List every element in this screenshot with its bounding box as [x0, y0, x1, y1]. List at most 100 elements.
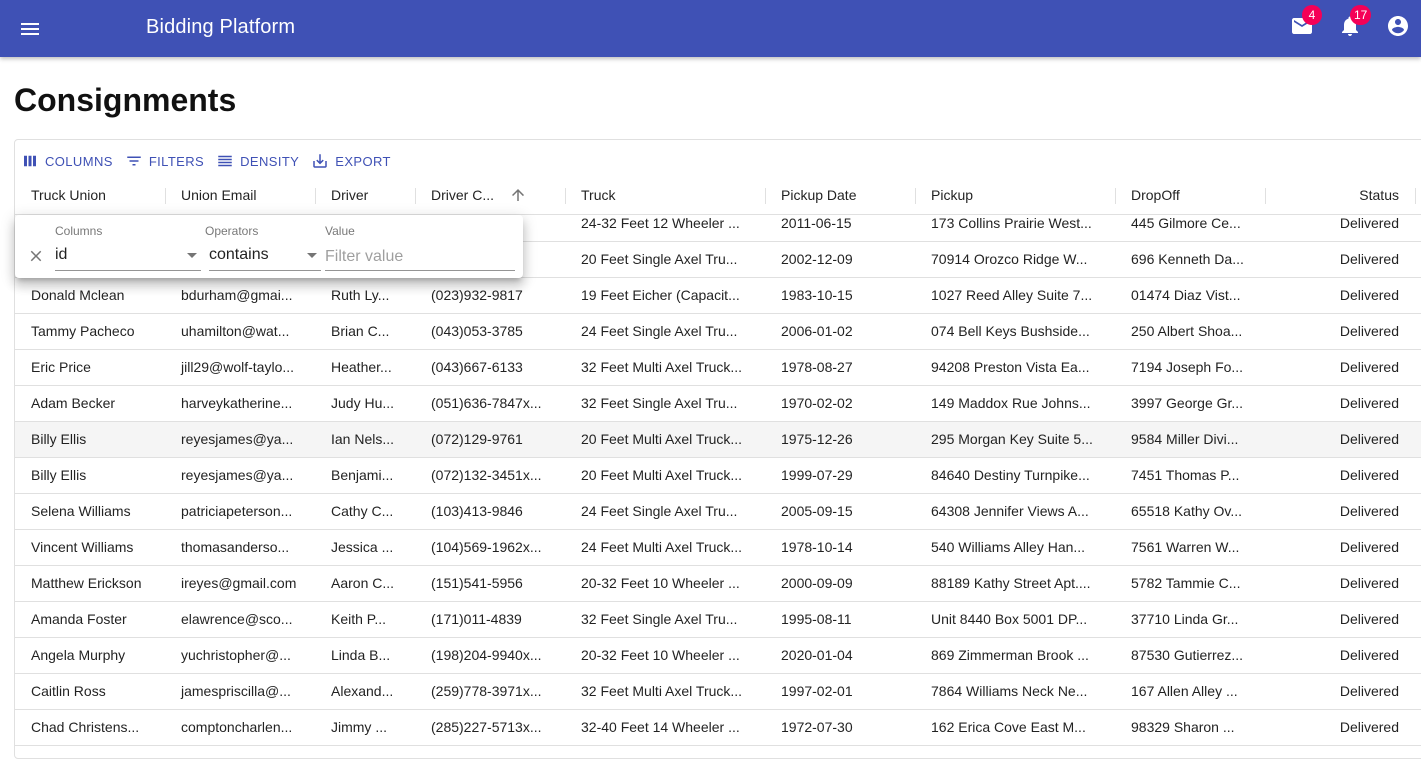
- cell-status: Delivered: [1339, 251, 1399, 267]
- table-row[interactable]: Vincent Williams thomasanderso... Jessica …: [15, 530, 1421, 566]
- filter-value-input[interactable]: [325, 243, 515, 271]
- cell-pickup-date: 1999-07-29: [781, 467, 853, 483]
- filter-value-label: Value: [325, 224, 355, 238]
- cell-dropoff: 7451 Thomas P...: [1131, 467, 1240, 483]
- close-icon[interactable]: [27, 247, 45, 265]
- cell-status: Delivered: [1339, 431, 1399, 447]
- mail-button[interactable]: 4: [1290, 5, 1322, 38]
- cell-truck: 20-32 Feet 10 Wheeler ...: [581, 575, 740, 591]
- cell-driver: Heather...: [331, 359, 392, 375]
- filter-columns-select[interactable]: id: [55, 245, 201, 271]
- cell-truck: 32-40 Feet 14 Wheeler ...: [581, 719, 740, 735]
- cell-union-email: thomasanderso...: [181, 539, 290, 555]
- filters-button-label: FILTERS: [148, 153, 205, 169]
- cell-pickup: 869 Zimmerman Brook ...: [931, 647, 1089, 663]
- table-row[interactable]: Tammy Pacheco uhamilton@wat... Brian C... (…: [15, 314, 1421, 350]
- table-row[interactable]: Donald Mclean bdurham@gmai... Ruth Ly... (0…: [15, 278, 1421, 314]
- cell-status: Delivered: [1339, 287, 1399, 303]
- filters-button[interactable]: FILTERS: [125, 152, 204, 170]
- density-button[interactable]: DENSITY: [216, 152, 299, 170]
- cell-status: Delivered: [1339, 467, 1399, 483]
- cell-status: Delivered: [1339, 395, 1399, 411]
- cell-truck-union: Eric Price: [31, 359, 91, 375]
- cell-pickup-date: 1997-02-01: [781, 683, 853, 699]
- filter-list-icon: [127, 156, 141, 166]
- cell-driver-contact: (259)778-3971x...: [431, 683, 542, 699]
- table-row[interactable]: Amanda Foster elawrence@sco... Keith P... (…: [15, 602, 1421, 638]
- cell-status: Delivered: [1339, 359, 1399, 375]
- menu-icon[interactable]: [18, 17, 42, 41]
- table-row[interactable]: Selena Williams patriciapeterson... Cathy …: [15, 494, 1421, 530]
- table-row[interactable]: Matthew Erickson ireyes@gmail.com Aaron C.…: [15, 566, 1421, 602]
- cell-status: Delivered: [1339, 575, 1399, 591]
- table-row[interactable]: Adam Becker harveykatherine... Judy Hu... (…: [15, 386, 1421, 422]
- table-row[interactable]: Caitlin Ross jamespriscilla@... Alexand...…: [15, 674, 1421, 710]
- notifications-button[interactable]: 17: [1338, 5, 1372, 38]
- cell-dropoff: 7561 Warren W...: [1131, 539, 1240, 555]
- cell-union-email: reyesjames@ya...: [181, 467, 294, 483]
- cell-truck-union: Chad Christens...: [31, 719, 140, 735]
- table-row[interactable]: Billy Ellis reyesjames@ya... Benjami... (07…: [15, 458, 1421, 494]
- filter-operators-select[interactable]: contains: [209, 245, 321, 271]
- cell-truck: 32 Feet Single Axel Tru...: [581, 611, 738, 627]
- column-separator[interactable]: [1415, 188, 1416, 204]
- cell-pickup: 1027 Reed Alley Suite 7...: [931, 287, 1093, 303]
- cell-status: Delivered: [1339, 611, 1399, 627]
- cell-truck: 24 Feet Single Axel Tru...: [581, 503, 738, 519]
- cell-driver: Ruth Ly...: [331, 287, 390, 303]
- cell-driver: Benjami...: [331, 467, 394, 483]
- cell-truck-union: Angela Murphy: [31, 647, 126, 663]
- filter-columns-label: Columns: [55, 224, 103, 238]
- cell-union-email: comptoncharlen...: [181, 719, 293, 735]
- cell-union-email: patriciapeterson...: [181, 503, 293, 519]
- cell-pickup: 173 Collins Prairie West...: [931, 215, 1092, 231]
- cell-dropoff: 01474 Diaz Vist...: [1131, 287, 1241, 303]
- export-button[interactable]: EXPORT: [311, 152, 391, 170]
- cell-driver-contact: (171)011-4839: [431, 611, 522, 627]
- cell-pickup: 074 Bell Keys Bushside...: [931, 323, 1090, 339]
- columns-button[interactable]: COLUMNS: [21, 152, 113, 170]
- cell-dropoff: 37710 Linda Gr...: [1131, 611, 1239, 627]
- cell-driver: Alexand...: [331, 683, 394, 699]
- cell-truck-union: Amanda Foster: [31, 611, 127, 627]
- cell-pickup-date: 1978-08-27: [781, 359, 853, 375]
- cell-dropoff: 696 Kenneth Da...: [1131, 251, 1244, 267]
- dropdown-arrow-icon: [307, 253, 317, 258]
- view-column-icon: [24, 155, 36, 167]
- cell-union-email: uhamilton@wat...: [181, 323, 290, 339]
- cell-union-email: jamespriscilla@...: [181, 683, 291, 699]
- cell-driver-contact: (043)667-6133: [431, 359, 523, 375]
- cell-driver: Judy Hu...: [331, 395, 395, 411]
- cell-pickup: 7864 Williams Neck Ne...: [931, 683, 1088, 699]
- filter-columns-value: id: [55, 246, 68, 263]
- cell-pickup: 149 Maddox Rue Johns...: [931, 395, 1091, 411]
- columns-button-label: COLUMNS: [45, 153, 113, 169]
- filter-operators-value: contains: [209, 246, 269, 263]
- cell-driver-contact: (151)541-5956: [431, 575, 523, 591]
- cell-dropoff: 250 Albert Shoa...: [1131, 323, 1243, 339]
- cell-pickup: 64308 Jennifer Views A...: [931, 503, 1089, 519]
- table-row[interactable]: Eric Price jill29@wolf-taylo... Heather...…: [15, 350, 1421, 386]
- account-button[interactable]: [1386, 14, 1410, 38]
- cell-status: Delivered: [1339, 539, 1399, 555]
- table-row[interactable]: Angela Murphy yuchristopher@... Linda B...…: [15, 638, 1421, 674]
- cell-union-email: yuchristopher@...: [181, 647, 291, 663]
- export-button-label: EXPORT: [335, 153, 391, 169]
- cell-pickup-date: 2005-09-15: [781, 503, 853, 519]
- sort-ascending-icon[interactable]: [509, 186, 527, 204]
- cell-truck: 20 Feet Multi Axel Truck...: [581, 431, 743, 447]
- cell-pickup-date: 2002-12-09: [781, 251, 853, 267]
- cell-dropoff: 65518 Kathy Ov...: [1131, 503, 1243, 519]
- cell-truck: 20 Feet Multi Axel Truck...: [581, 467, 743, 483]
- cell-pickup: 84640 Destiny Turnpike...: [931, 467, 1090, 483]
- table-row[interactable]: Billy Ellis reyesjames@ya... Ian Nels... (0…: [15, 422, 1421, 458]
- cell-pickup-date: 1983-10-15: [781, 287, 853, 303]
- grid-toolbar: COLUMNS FILTERS DENSITY EXPORT: [21, 150, 403, 172]
- filter-operators-label: Operators: [205, 224, 259, 238]
- cell-status: Delivered: [1339, 647, 1399, 663]
- table-row[interactable]: Chad Christens... comptoncharlen... Jimmy …: [15, 710, 1421, 746]
- cell-driver-contact: (285)227-5713x...: [431, 719, 542, 735]
- cell-pickup-date: 1975-12-26: [781, 431, 853, 447]
- cell-truck-union: Billy Ellis: [31, 467, 87, 483]
- density-button-label: DENSITY: [240, 153, 300, 169]
